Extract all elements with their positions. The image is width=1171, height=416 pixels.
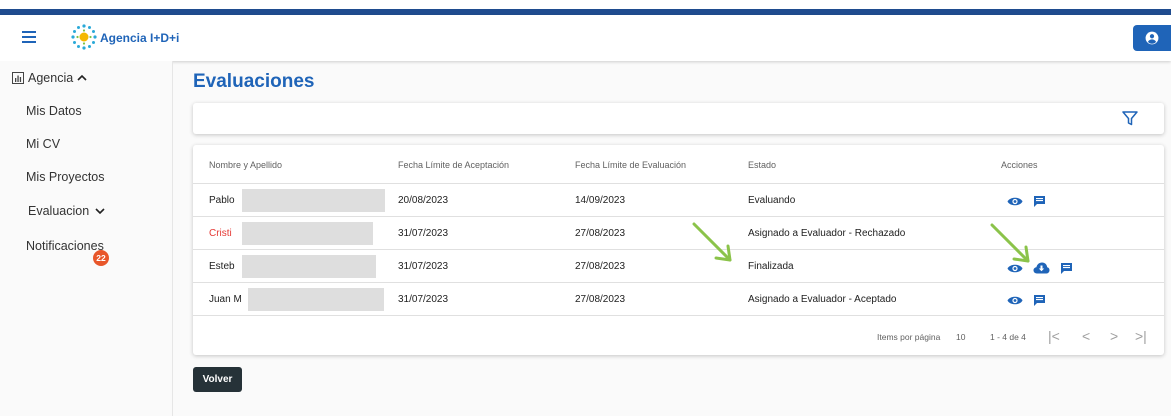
sidebar-item-mis-proyectos[interactable]: Mis Proyectos bbox=[26, 170, 105, 184]
page-range: 1 - 4 de 4 bbox=[990, 332, 1026, 342]
paginator: Items por página 10 1 - 4 de 4 |< < > >| bbox=[193, 317, 1164, 355]
table-row: Juan M 31/07/2023 27/08/2023 Asignado a … bbox=[193, 283, 1164, 316]
sidebar: Agencia Mis Datos Mi CV Mis Proyectos Ev… bbox=[0, 61, 173, 416]
column-header-estado[interactable]: Estado bbox=[748, 160, 776, 170]
cell-estado: Finalizada bbox=[748, 261, 794, 272]
previous-page-icon[interactable]: < bbox=[1082, 328, 1090, 344]
last-page-icon[interactable]: >| bbox=[1135, 328, 1147, 344]
page-size-select[interactable]: 10 bbox=[956, 332, 965, 342]
redacted-block bbox=[242, 222, 373, 245]
row-actions bbox=[1007, 293, 1046, 307]
sidebar-item-notificaciones[interactable]: Notificaciones bbox=[26, 239, 104, 253]
comment-icon[interactable] bbox=[1033, 195, 1046, 208]
sidebar-item-agencia[interactable]: Agencia bbox=[12, 71, 87, 85]
sidebar-item-label: Agencia bbox=[28, 71, 74, 85]
cell-name: Pablo bbox=[209, 195, 235, 206]
brand-name: Agencia I+D+i bbox=[100, 31, 180, 45]
first-page-icon[interactable]: |< bbox=[1048, 328, 1060, 344]
table-row: Pablo 20/08/2023 14/09/2023 Evaluando bbox=[193, 184, 1164, 217]
sidebar-item-label: Evaluacion bbox=[28, 204, 90, 218]
app-header: Agencia I+D+i bbox=[0, 15, 1171, 61]
annotation-arrow-icon bbox=[990, 223, 1030, 263]
chevron-down-icon bbox=[95, 208, 105, 215]
column-header-fecha-evaluacion[interactable]: Fecha Límite de Evaluación bbox=[575, 160, 686, 170]
cell-fecha-aceptacion: 31/07/2023 bbox=[398, 228, 449, 239]
cell-estado: Evaluando bbox=[748, 195, 796, 206]
cell-fecha-evaluacion: 27/08/2023 bbox=[575, 228, 626, 239]
redacted-block bbox=[242, 189, 385, 212]
cell-fecha-evaluacion: 14/09/2023 bbox=[575, 195, 626, 206]
cell-fecha-evaluacion: 27/08/2023 bbox=[575, 261, 626, 272]
sidebar-item-mi-cv[interactable]: Mi CV bbox=[26, 137, 60, 151]
cell-name: Juan M bbox=[209, 294, 242, 305]
cell-estado: Asignado a Evaluador - Rechazado bbox=[748, 228, 906, 239]
column-header-fecha-aceptacion[interactable]: Fecha Límite de Aceptación bbox=[398, 160, 509, 170]
chart-icon bbox=[12, 72, 24, 84]
comment-icon[interactable] bbox=[1060, 262, 1073, 275]
next-page-icon[interactable]: > bbox=[1110, 328, 1118, 344]
cell-fecha-aceptacion: 31/07/2023 bbox=[398, 294, 449, 305]
redacted-block bbox=[248, 288, 384, 311]
hamburger-icon[interactable] bbox=[22, 31, 36, 43]
eye-icon[interactable] bbox=[1007, 196, 1023, 207]
filter-icon[interactable] bbox=[1122, 111, 1138, 126]
cell-fecha-evaluacion: 27/08/2023 bbox=[575, 294, 626, 305]
notification-count-badge: 22 bbox=[93, 250, 109, 266]
column-header-name[interactable]: Nombre y Apellido bbox=[209, 160, 282, 170]
eye-icon[interactable] bbox=[1007, 295, 1023, 306]
column-header-acciones: Acciones bbox=[1001, 160, 1038, 170]
items-per-page-label: Items por página bbox=[877, 332, 941, 342]
redacted-block bbox=[242, 255, 376, 278]
filter-bar bbox=[193, 103, 1164, 134]
user-account-button[interactable] bbox=[1133, 25, 1171, 51]
cell-fecha-aceptacion: 31/07/2023 bbox=[398, 261, 449, 272]
account-icon bbox=[1145, 31, 1159, 45]
annotation-arrow-icon bbox=[692, 222, 732, 262]
comment-icon[interactable] bbox=[1033, 294, 1046, 307]
cell-fecha-aceptacion: 20/08/2023 bbox=[398, 195, 449, 206]
chevron-up-icon bbox=[77, 74, 87, 81]
sidebar-item-mis-datos[interactable]: Mis Datos bbox=[26, 104, 82, 118]
sidebar-item-evaluacion[interactable]: Evaluacion bbox=[28, 204, 105, 218]
cell-name: Cristi bbox=[209, 228, 232, 239]
row-actions bbox=[1007, 194, 1046, 208]
page-title: Evaluaciones bbox=[193, 71, 315, 92]
agency-logo bbox=[71, 24, 97, 50]
table-header: Nombre y Apellido Fecha Límite de Acepta… bbox=[193, 145, 1164, 184]
back-button[interactable]: Volver bbox=[193, 367, 242, 392]
cell-name: Esteb bbox=[209, 261, 235, 272]
cell-estado: Asignado a Evaluador - Aceptado bbox=[748, 294, 897, 305]
top-spacer bbox=[0, 0, 1171, 9]
